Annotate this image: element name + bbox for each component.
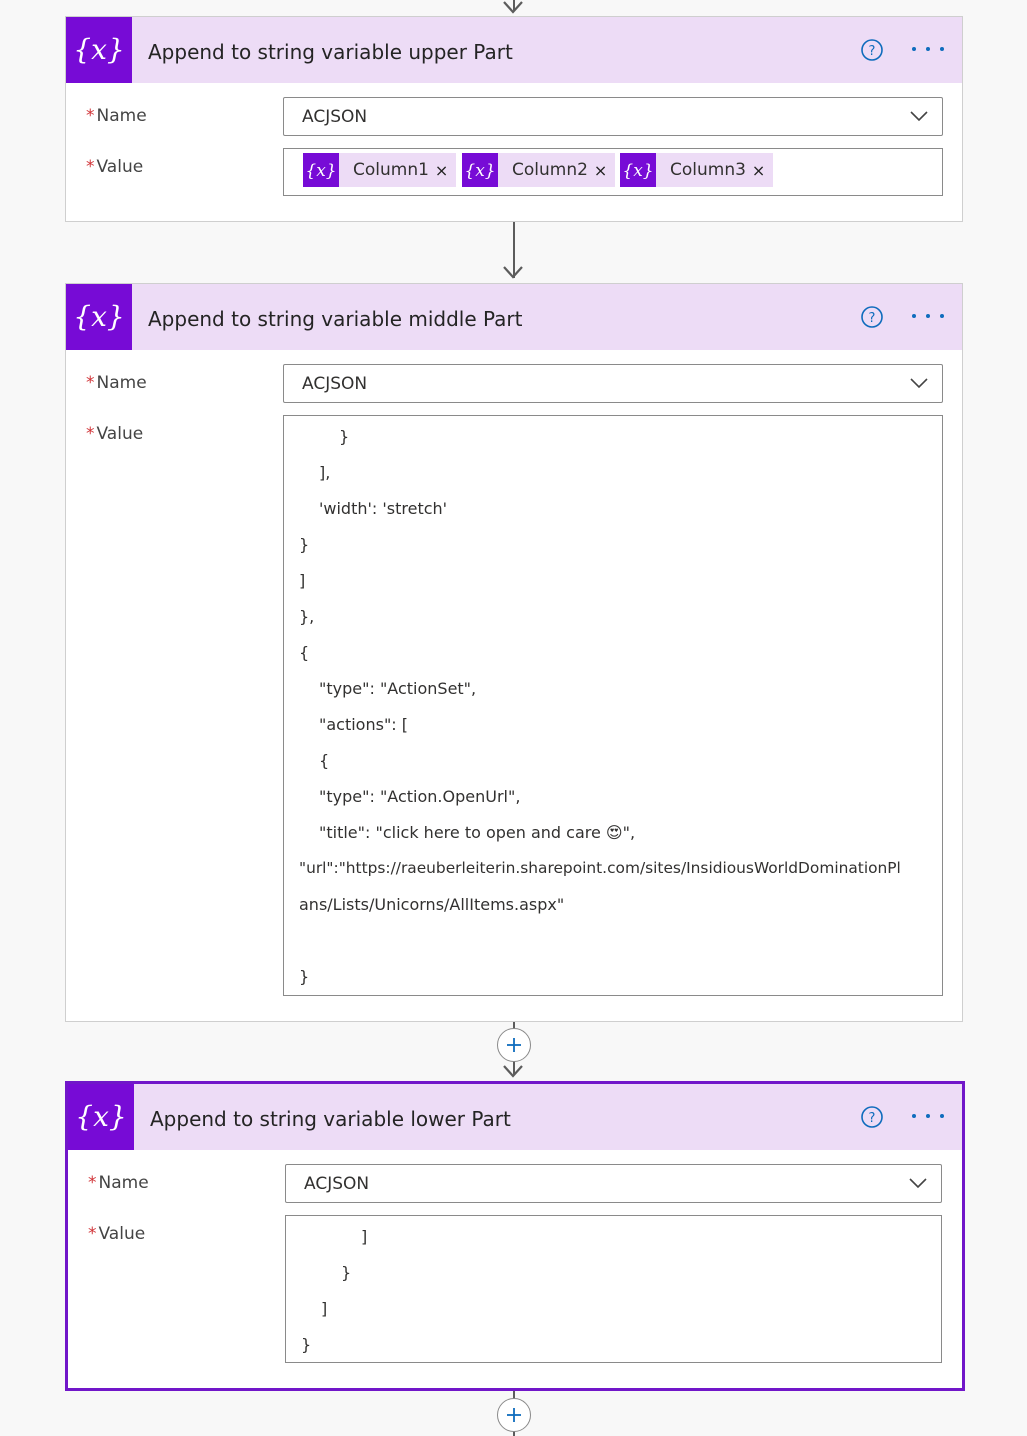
code-line: "url":"https://raeuberleiterin.sharepoin… bbox=[299, 859, 901, 877]
code-line: ans/Lists/Unicorns/AllItems.aspx" bbox=[299, 895, 565, 914]
help-icon[interactable]: ? bbox=[860, 1105, 884, 1129]
code-line: "title": "click here to open and care 😍"… bbox=[319, 823, 636, 842]
code-line: ] bbox=[299, 571, 306, 590]
name-value: ACJSON bbox=[304, 1174, 370, 1194]
token-label: Column3 bbox=[670, 160, 746, 180]
svg-text:{x}: {x} bbox=[465, 161, 495, 181]
action-card-lower[interactable]: {x} Append to string variable lower Part… bbox=[65, 1081, 965, 1391]
code-line: ] bbox=[321, 1299, 328, 1318]
card-header[interactable]: {x} Append to string variable middle Par… bbox=[66, 284, 962, 350]
name-label: * Name bbox=[86, 106, 147, 126]
add-step-icon bbox=[507, 1408, 521, 1422]
code-line: } bbox=[339, 427, 350, 446]
name-value: ACJSON bbox=[302, 374, 368, 394]
name-dropdown[interactable]: ACJSON bbox=[283, 97, 943, 136]
code-line: }, bbox=[299, 607, 315, 626]
value-input[interactable]: {x} Column1 × {x} Column2 × {x} Column3 … bbox=[283, 148, 943, 196]
code-line: ], bbox=[319, 463, 331, 482]
name-value: ACJSON bbox=[302, 107, 368, 127]
svg-text:{x}: {x} bbox=[74, 300, 124, 333]
dynamic-content-token[interactable]: {x} Column3 × bbox=[620, 153, 774, 187]
code-line: "type": "Action.OpenUrl", bbox=[319, 787, 521, 806]
dynamic-content-token[interactable]: {x} Column2 × bbox=[462, 153, 616, 187]
arrow-down-icon bbox=[503, 1, 523, 14]
add-step-button[interactable] bbox=[497, 1398, 531, 1432]
svg-text:{x}: {x} bbox=[306, 161, 336, 181]
code-line: } bbox=[341, 1263, 352, 1282]
name-label: * Name bbox=[86, 373, 147, 393]
add-step-button[interactable] bbox=[497, 1028, 531, 1062]
chevron-down-icon bbox=[909, 1178, 927, 1189]
value-label: * Value bbox=[86, 157, 144, 177]
code-line: 'width': 'stretch' bbox=[319, 499, 448, 518]
dynamic-content-token[interactable]: {x} Column1 × bbox=[303, 153, 457, 187]
value-label: * Value bbox=[88, 1224, 146, 1244]
variable-icon: {x} bbox=[303, 153, 339, 187]
code-line: } bbox=[301, 1335, 312, 1354]
action-card-upper[interactable]: {x} Append to string variable upper Part… bbox=[65, 16, 963, 222]
svg-text:?: ? bbox=[869, 44, 876, 59]
close-icon[interactable]: × bbox=[752, 161, 773, 180]
code-line: { bbox=[299, 643, 310, 662]
close-icon[interactable]: × bbox=[435, 161, 456, 180]
variable-icon: {x} bbox=[66, 17, 132, 83]
value-textarea[interactable]: } ], 'width': 'stretch' } ] }, { "type":… bbox=[283, 415, 943, 996]
card-header[interactable]: {x} Append to string variable lower Part… bbox=[68, 1084, 962, 1150]
card-title: Append to string variable lower Part bbox=[150, 1107, 511, 1131]
more-icon[interactable] bbox=[912, 304, 944, 328]
variable-icon: {x} bbox=[66, 284, 132, 350]
chevron-down-icon bbox=[910, 378, 928, 389]
svg-text:?: ? bbox=[869, 311, 876, 326]
name-dropdown[interactable]: ACJSON bbox=[285, 1164, 942, 1203]
more-icon[interactable] bbox=[912, 37, 944, 61]
close-icon[interactable]: × bbox=[594, 161, 615, 180]
code-line: "type": "ActionSet", bbox=[319, 679, 477, 698]
help-icon[interactable]: ? bbox=[860, 305, 884, 329]
action-card-middle[interactable]: {x} Append to string variable middle Par… bbox=[65, 283, 963, 1022]
value-label: * Value bbox=[86, 424, 144, 444]
svg-text:?: ? bbox=[869, 1111, 876, 1126]
value-textarea[interactable]: ] } ] } bbox=[285, 1215, 942, 1363]
variable-icon: {x} bbox=[620, 153, 656, 187]
code-line: } bbox=[299, 967, 310, 986]
help-icon[interactable]: ? bbox=[860, 38, 884, 62]
code-line: ] bbox=[361, 1227, 368, 1246]
chevron-down-icon bbox=[910, 111, 928, 122]
name-dropdown[interactable]: ACJSON bbox=[283, 364, 943, 403]
svg-text:{x}: {x} bbox=[74, 33, 124, 66]
svg-text:{x}: {x} bbox=[76, 1100, 126, 1133]
card-header[interactable]: {x} Append to string variable upper Part… bbox=[66, 17, 962, 83]
card-title: Append to string variable upper Part bbox=[148, 40, 513, 64]
token-label: Column1 bbox=[353, 160, 429, 180]
code-line: "actions": [ bbox=[319, 715, 409, 734]
code-line: { bbox=[319, 751, 330, 770]
code-line: } bbox=[299, 535, 310, 554]
more-icon[interactable] bbox=[912, 1104, 944, 1128]
token-label: Column2 bbox=[512, 160, 588, 180]
name-label: * Name bbox=[88, 1173, 149, 1193]
svg-text:{x}: {x} bbox=[623, 161, 653, 181]
arrow-down-icon bbox=[503, 1065, 523, 1078]
variable-icon: {x} bbox=[462, 153, 498, 187]
variable-icon: {x} bbox=[68, 1084, 134, 1150]
arrow-down-icon bbox=[503, 266, 523, 279]
card-title: Append to string variable middle Part bbox=[148, 307, 523, 331]
add-step-icon bbox=[507, 1038, 521, 1052]
